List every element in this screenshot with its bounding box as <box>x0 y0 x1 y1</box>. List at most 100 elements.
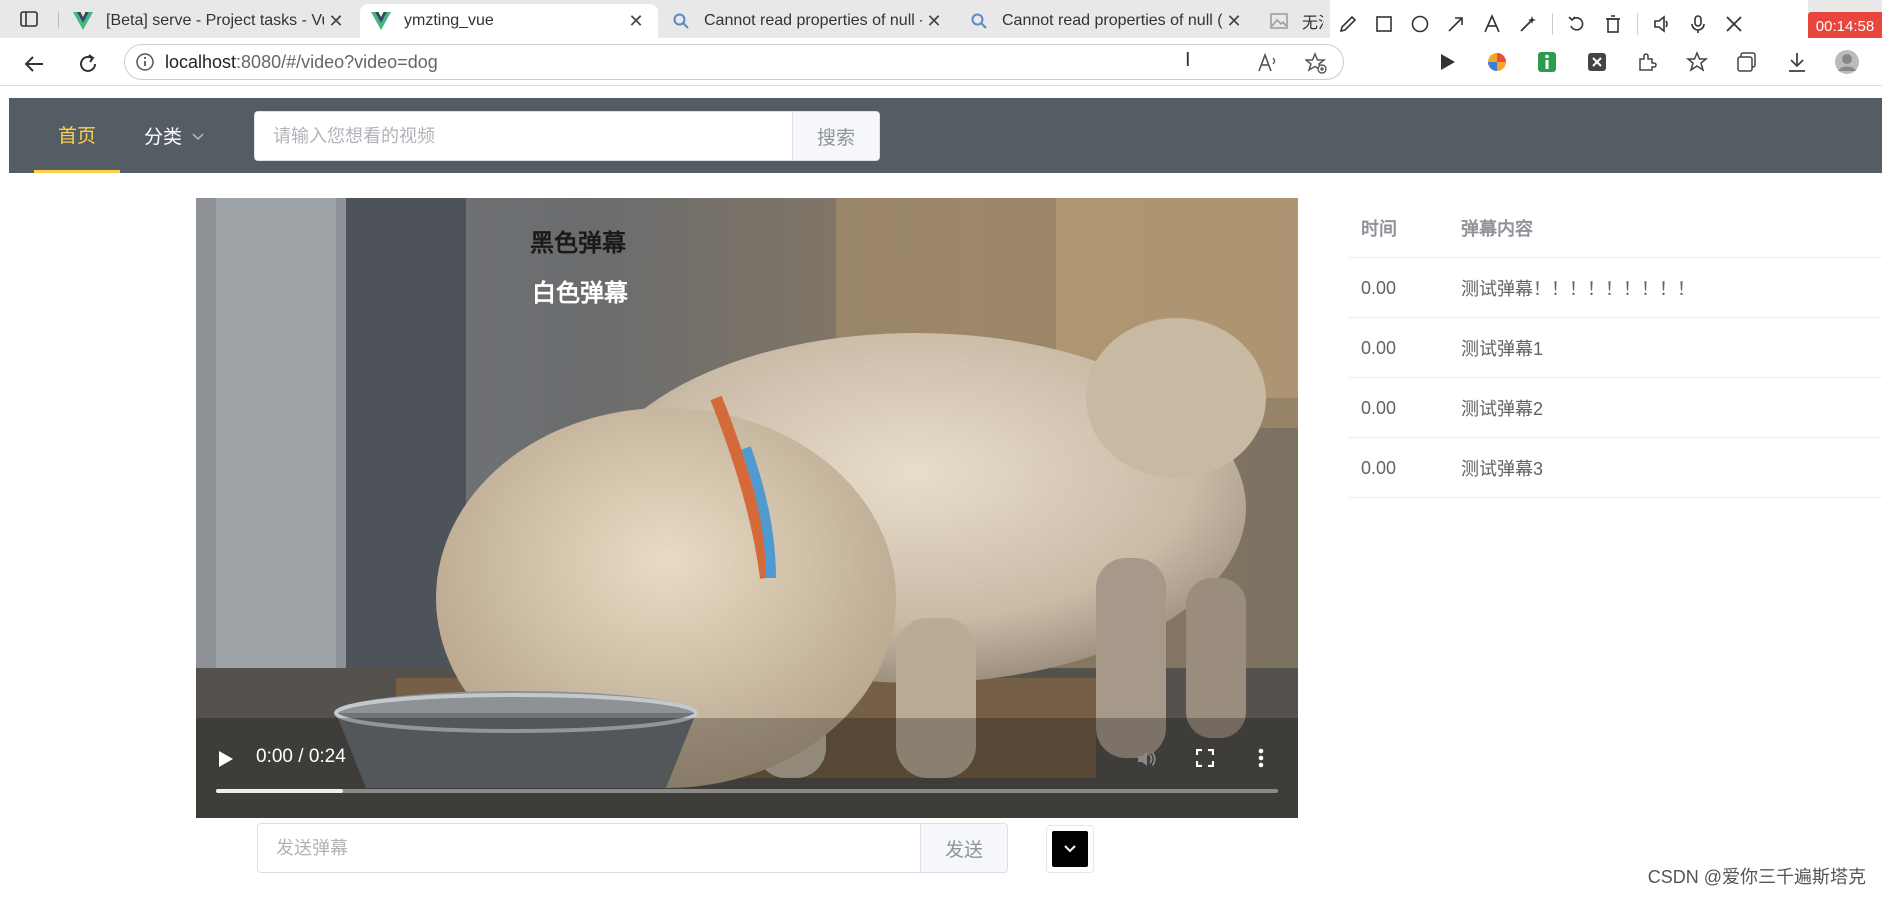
toolbar-divider <box>1552 13 1553 35</box>
rectangle-icon[interactable] <box>1366 6 1402 42</box>
cell-content: 测试弹幕3 <box>1461 459 1544 479</box>
tab-2[interactable]: Cannot read properties of null - f ✕ <box>660 4 956 38</box>
cell-time: 0.00 <box>1361 337 1397 358</box>
pencil-icon[interactable] <box>1330 6 1366 42</box>
circle-icon[interactable] <box>1402 6 1438 42</box>
tab-0[interactable]: [Beta] serve - Project tasks - Vue ✕ <box>62 4 358 38</box>
url-text: localhost:8080/#/video?video=dog <box>165 52 438 73</box>
colorful-extension-icon[interactable] <box>1472 44 1522 80</box>
danmaku-text: 白色弹幕 <box>532 279 628 307</box>
progress-buffered <box>216 789 344 793</box>
download-icon[interactable] <box>1772 44 1822 80</box>
tab-title: [Beta] serve - Project tasks - Vue <box>106 12 324 29</box>
close-tab-icon[interactable]: ✕ <box>324 11 348 32</box>
text-tool-icon[interactable] <box>1474 6 1510 42</box>
recording-timer: 00:14:58 <box>1808 12 1882 40</box>
cell-content: 测试弹幕1 <box>1461 339 1544 359</box>
video-player[interactable]: 黑色弹幕 白色弹幕 0:00 / 0:24 <box>196 198 1298 818</box>
tab-4[interactable]: 无法 <box>1258 4 1334 38</box>
avatar[interactable] <box>1822 44 1872 80</box>
danmaku-text: 黑色弹幕 <box>530 229 626 257</box>
vue-icon <box>370 10 392 32</box>
video-search: 搜索 <box>254 111 880 161</box>
url-host: localhost <box>165 51 237 72</box>
table-row[interactable]: 0.00 测试弹幕3 <box>1348 438 1882 498</box>
cell-content: 测试弹幕2 <box>1461 399 1544 419</box>
danmaku-color-picker[interactable] <box>1046 825 1094 873</box>
url-field[interactable]: localhost:8080/#/video?video=dog I <box>124 44 1344 80</box>
video-time: 0:00 / 0:24 <box>256 746 346 767</box>
danmaku-input[interactable] <box>257 823 920 873</box>
chevron-down-icon <box>192 125 204 147</box>
column-header-content: 弹幕内容 <box>1461 219 1533 239</box>
x-extension-icon[interactable] <box>1572 44 1622 80</box>
trash-icon[interactable] <box>1595 6 1631 42</box>
info-extension-icon[interactable] <box>1522 44 1572 80</box>
search-icon <box>670 10 692 32</box>
column-header-time: 时间 <box>1361 219 1397 239</box>
close-tab-icon[interactable]: ✕ <box>624 11 648 32</box>
chevron-down-icon <box>1064 845 1076 853</box>
menu-item-label: 首页 <box>57 125 96 147</box>
cell-time: 0.00 <box>1361 457 1397 478</box>
table-header: 时间 弹幕内容 <box>1348 198 1882 258</box>
color-swatch <box>1052 831 1088 867</box>
image-icon <box>1268 10 1290 32</box>
danmaku-white: 白色弹幕 <box>532 273 628 308</box>
toolbar-divider <box>1637 13 1638 35</box>
puzzle-extensions-icon[interactable] <box>1622 44 1672 80</box>
microphone-icon[interactable] <box>1680 6 1716 42</box>
mute-icon[interactable] <box>1136 749 1158 774</box>
tab-title: Cannot read properties of null (re <box>1002 12 1222 29</box>
play-icon[interactable] <box>218 750 234 773</box>
undo-icon[interactable] <box>1559 6 1595 42</box>
tab-actions-icon[interactable] <box>10 7 48 31</box>
close-tab-icon[interactable]: ✕ <box>1222 11 1246 32</box>
video-progress-bar[interactable] <box>216 789 1278 793</box>
search-button[interactable]: 搜索 <box>792 111 880 161</box>
extensions-area <box>1422 44 1872 80</box>
menu-item-category[interactable]: 分类 <box>144 98 204 173</box>
tab-1-active[interactable]: ymzting_vue ✕ <box>360 4 658 38</box>
video-frame-dog <box>196 198 1298 818</box>
magic-wand-icon[interactable] <box>1510 6 1546 42</box>
add-favorite-icon[interactable] <box>1303 52 1327 79</box>
cell-time: 0.00 <box>1361 397 1397 418</box>
csdn-watermark: CSDN @爱你三千遍斯塔克 <box>1647 867 1866 887</box>
url-path: :8080/#/video?video=dog <box>236 51 438 72</box>
danmaku-table: 时间 弹幕内容 0.00 测试弹幕！！！！！！！！！ 0.00 测试弹幕1 0.… <box>1348 198 1882 498</box>
fullscreen-icon[interactable] <box>1195 748 1215 772</box>
text-cursor-icon: I <box>1185 49 1191 71</box>
tab-3[interactable]: Cannot read properties of null (re ✕ <box>958 4 1256 38</box>
back-arrow-icon[interactable] <box>18 48 50 80</box>
table-row[interactable]: 0.00 测试弹幕！！！！！！！！！ <box>1348 258 1882 318</box>
danmaku-black: 黑色弹幕 <box>530 223 626 258</box>
search-icon <box>968 10 990 32</box>
vue-icon <box>72 10 94 32</box>
info-icon[interactable] <box>125 52 165 72</box>
collections-icon[interactable] <box>1722 44 1772 80</box>
table-row[interactable]: 0.00 测试弹幕1 <box>1348 318 1882 378</box>
tab-title: ymzting_vue <box>404 12 494 29</box>
search-input[interactable] <box>254 111 792 161</box>
speaker-icon[interactable] <box>1644 6 1680 42</box>
app-header: 首页 分类 搜索 <box>9 98 1882 173</box>
arrow-icon[interactable] <box>1438 6 1474 42</box>
cell-time: 0.00 <box>1361 277 1397 298</box>
favorites-icon[interactable] <box>1672 44 1722 80</box>
more-options-icon[interactable] <box>1258 748 1264 773</box>
tab-title: Cannot read properties of null - f <box>704 12 922 29</box>
table-row[interactable]: 0.00 测试弹幕2 <box>1348 378 1882 438</box>
danmaku-send-form: 发送 <box>257 823 1008 873</box>
menu-item-home[interactable]: 首页 <box>34 98 120 173</box>
close-tab-icon[interactable]: ✕ <box>922 11 946 32</box>
play-extension-icon[interactable] <box>1422 44 1472 80</box>
refresh-icon[interactable] <box>72 48 104 80</box>
menu-item-label: 分类 <box>144 127 183 148</box>
read-aloud-icon[interactable] <box>1257 52 1279 78</box>
close-icon[interactable] <box>1716 6 1752 42</box>
address-bar-row: localhost:8080/#/video?video=dog I <box>0 38 1882 86</box>
tab-title: 无法 <box>1302 15 1324 32</box>
tab-separator <box>58 12 59 28</box>
send-button[interactable]: 发送 <box>920 823 1008 873</box>
